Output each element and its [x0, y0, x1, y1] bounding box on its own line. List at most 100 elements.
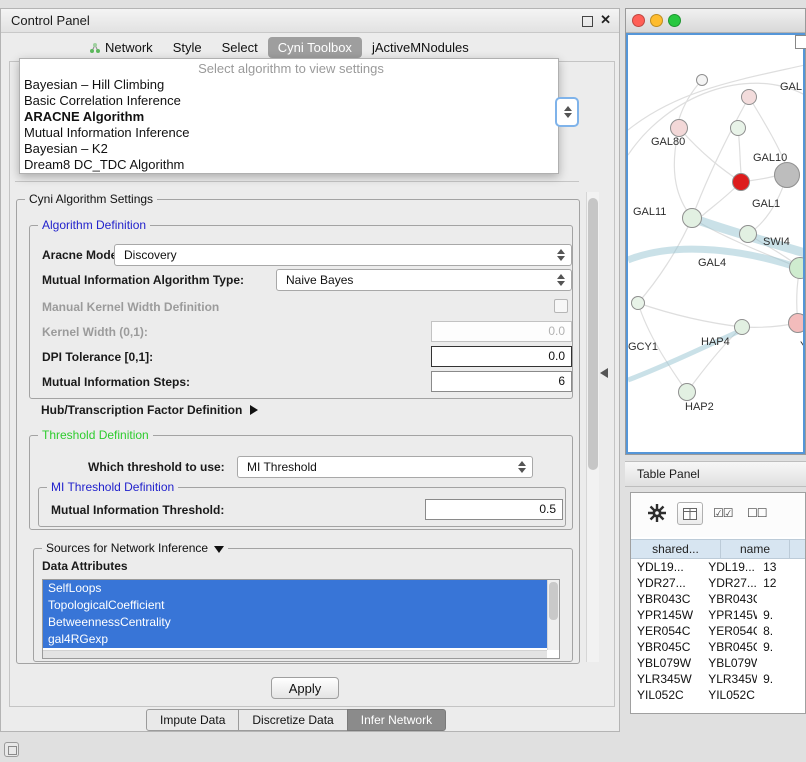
tab-label: Select [222, 40, 258, 55]
float-window-icon[interactable] [582, 16, 593, 27]
chevron-up-down-icon [564, 106, 572, 118]
settings-vertical-scrollbar[interactable] [586, 192, 599, 662]
network-node-label: GAL10 [753, 152, 787, 164]
network-canvas[interactable]: GALGAL80GAL10GAL11GAL1SWI4GAL4GCY1HAP4YH… [628, 35, 803, 452]
table-row[interactable]: YBL079WYBL079W [631, 655, 805, 671]
close-icon[interactable]: ✕ [600, 12, 611, 28]
network-view-window: GALGAL80GAL10GAL11GAL1SWI4GAL4GCY1HAP4YH… [625, 8, 806, 455]
network-node[interactable] [732, 173, 750, 191]
popup-item[interactable]: Bayesian – K2 [20, 141, 558, 157]
minimize-traffic-light-icon[interactable] [650, 14, 663, 27]
table-cell: YPR145W [702, 607, 757, 623]
sources-toggle[interactable]: Sources for Network Inference [42, 541, 228, 555]
network-node-label: GAL80 [651, 136, 685, 148]
mi-threshold-field[interactable]: 0.5 [425, 499, 563, 520]
mi-type-label: Mutual Information Algorithm Type: [42, 269, 244, 291]
screen: Control Panel ✕ Network Style Select Cyn… [0, 0, 806, 762]
scrollbar-thumb[interactable] [549, 582, 558, 620]
table-panel-header: Table Panel [625, 461, 806, 487]
popup-item[interactable]: Bayesian – Hill Climbing [20, 77, 558, 93]
group-title: Algorithm Definition [38, 218, 150, 232]
select-checked-icon[interactable]: ☑☑ [713, 506, 733, 520]
list-item[interactable]: TopologicalCoefficient [43, 597, 547, 614]
table-cell: YLR345W [631, 671, 702, 687]
network-node[interactable] [734, 319, 750, 335]
mi-steps-field[interactable]: 6 [431, 371, 572, 392]
network-node[interactable] [631, 296, 645, 310]
column-header-name[interactable]: name [721, 540, 790, 558]
table-cell: 9. [757, 671, 805, 687]
select-unchecked-icon[interactable]: ☐☐ [747, 506, 767, 520]
network-tab-icon [89, 42, 101, 54]
zoom-traffic-light-icon[interactable] [668, 14, 681, 27]
chevron-up-down-icon [557, 249, 565, 261]
algorithm-combo-fragment[interactable] [555, 97, 579, 127]
tab-cyni-toolbox[interactable]: Cyni Toolbox [268, 37, 362, 58]
list-item[interactable]: BetweennessCentrality [43, 614, 547, 631]
popup-item[interactable]: Dream8 DC_TDC Algorithm [20, 157, 558, 173]
table-cell [757, 655, 805, 671]
list-horizontal-scrollbar[interactable] [43, 650, 547, 658]
network-node[interactable] [696, 74, 708, 86]
network-node[interactable] [788, 313, 803, 333]
popup-item[interactable]: Basic Correlation Inference [20, 93, 558, 109]
table-cell: YIL052C [702, 687, 757, 703]
list-item[interactable]: SelfLoops [43, 580, 547, 597]
tab-select[interactable]: Select [212, 37, 268, 58]
columns-icon [683, 508, 697, 520]
columns-button[interactable] [677, 502, 703, 525]
network-node[interactable] [739, 225, 757, 243]
network-node[interactable] [670, 119, 688, 137]
table-row[interactable]: YBR043CYBR043C [631, 591, 805, 607]
table-cell: YBR043C [702, 591, 757, 607]
table-cell: YPR145W [631, 607, 702, 623]
popup-item[interactable]: Mutual Information Inference [20, 125, 558, 141]
table-cell: 9. [757, 639, 805, 655]
table-cell: YLR345W [702, 671, 757, 687]
column-header-shared-name[interactable]: shared... [631, 540, 721, 558]
table-row[interactable]: YLR345WYLR345W9. [631, 671, 805, 687]
mi-type-combo[interactable]: Naive Bayes [276, 269, 572, 291]
tab-impute-data[interactable]: Impute Data [146, 709, 239, 731]
apply-button[interactable]: Apply [271, 677, 339, 699]
expand-right-icon [250, 405, 258, 415]
minimized-panel-icon[interactable] [4, 742, 19, 757]
network-node[interactable] [678, 383, 696, 401]
network-node[interactable] [741, 89, 757, 105]
network-node[interactable] [774, 162, 800, 188]
tab-discretize-data[interactable]: Discretize Data [238, 709, 347, 731]
which-threshold-combo[interactable]: MI Threshold [237, 456, 533, 478]
list-vertical-scrollbar[interactable] [547, 580, 559, 650]
dpi-tolerance-field[interactable]: 0.0 [431, 346, 572, 367]
scrollbar-thumb[interactable] [588, 198, 598, 470]
table-row[interactable]: YER054CYER054C8. [631, 623, 805, 639]
network-node-label: GAL4 [698, 257, 726, 269]
popup-item-selected[interactable]: ARACNE Algorithm [20, 109, 558, 125]
network-node[interactable] [730, 120, 746, 136]
control-panel-tabbar: Network Style Select Cyni Toolbox jActiv… [79, 37, 479, 58]
scrollbar-button[interactable] [795, 35, 806, 49]
column-header-cut[interactable] [790, 540, 806, 558]
table-row[interactable]: YIL052CYIL052C [631, 687, 805, 703]
aracne-mode-combo[interactable]: Discovery [114, 244, 572, 266]
network-node[interactable] [682, 208, 702, 228]
tab-infer-network[interactable]: Infer Network [347, 709, 446, 731]
hub-definition-toggle[interactable]: Hub/Transcription Factor Definition [41, 399, 258, 421]
group-title: Cyni Algorithm Settings [25, 192, 157, 206]
tab-style[interactable]: Style [163, 37, 212, 58]
table-row[interactable]: YPR145WYPR145W9. [631, 607, 805, 623]
dpi-tolerance-label: DPI Tolerance [0,1]: [42, 346, 153, 368]
manual-kernel-checkbox[interactable] [554, 299, 568, 313]
table-row[interactable]: YBR045CYBR045C9. [631, 639, 805, 655]
table-row[interactable]: YDL19...YDL19...13 [631, 559, 805, 575]
list-item[interactable]: gal4RGexp [43, 631, 547, 648]
close-traffic-light-icon[interactable] [632, 14, 645, 27]
splitter-collapse-arrow[interactable] [600, 368, 608, 378]
tab-jactivemnodules[interactable]: jActiveMNodules [362, 37, 479, 58]
gear-icon[interactable] [647, 503, 667, 523]
table-cell: 12 [757, 575, 805, 591]
tab-network[interactable]: Network [79, 37, 163, 58]
table-row[interactable]: YDR27...YDR27...12 [631, 575, 805, 591]
table-body: YDL19...YDL19...13YDR27...YDR27...12YBR0… [631, 559, 805, 713]
kernel-width-field[interactable]: 0.0 [431, 321, 572, 342]
